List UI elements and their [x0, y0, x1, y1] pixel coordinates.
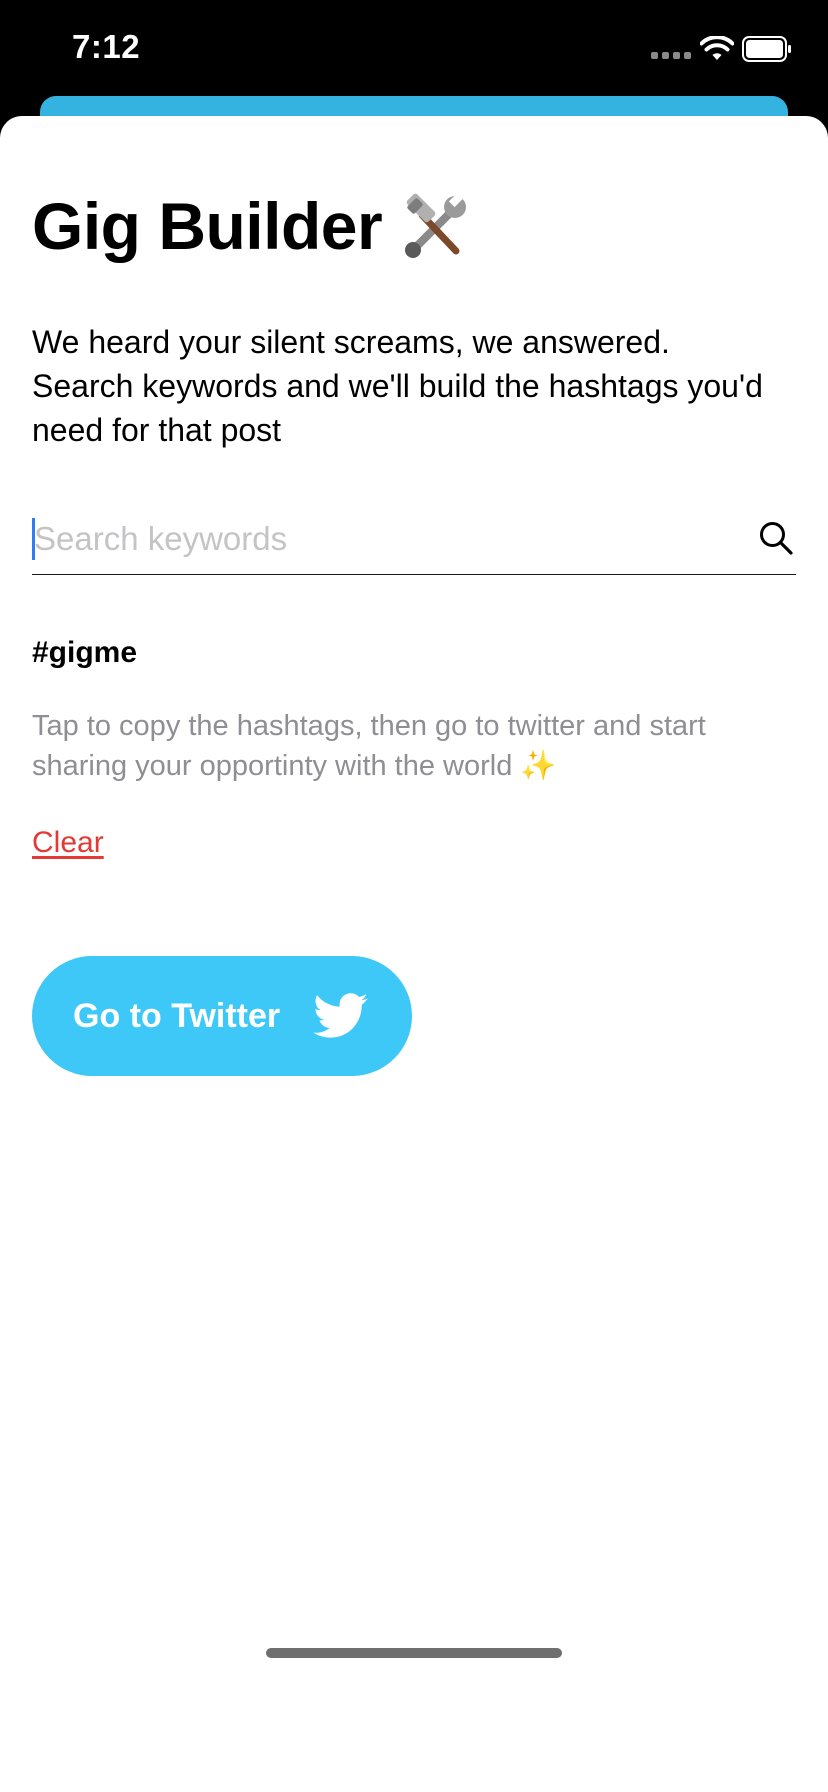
battery-icon	[742, 36, 791, 62]
wifi-icon	[700, 36, 734, 60]
page-title: Gig Builder	[32, 189, 383, 263]
cellular-signal-icon	[651, 52, 691, 59]
description-text: We heard your silent screams, we answere…	[32, 324, 763, 448]
hammer-and-wrench-icon	[405, 192, 467, 258]
copy-hint: Tap to copy the hashtags, then go to twi…	[32, 706, 792, 786]
status-time: 7:12	[72, 28, 141, 65]
twitter-bird-icon	[313, 993, 368, 1038]
sparkles-icon: ✨	[520, 750, 557, 782]
home-indicator[interactable]	[266, 1648, 562, 1658]
search-input[interactable]	[34, 510, 724, 568]
go-to-twitter-button[interactable]: Go to Twitter	[32, 956, 412, 1076]
clear-link[interactable]: Clear	[32, 826, 104, 860]
go-to-twitter-label: Go to Twitter	[73, 996, 281, 1035]
title-row: Gig Builder	[32, 188, 470, 264]
search-field[interactable]	[32, 506, 796, 575]
copy-hint-text: Tap to copy the hashtags, then go to twi…	[32, 710, 706, 782]
status-bar: 7:12	[0, 0, 828, 96]
gig-builder-sheet: Gig Builder We heard your silent screams…	[0, 116, 828, 1792]
search-icon[interactable]	[758, 520, 794, 556]
hashtags-result[interactable]: #gigme	[32, 636, 137, 670]
